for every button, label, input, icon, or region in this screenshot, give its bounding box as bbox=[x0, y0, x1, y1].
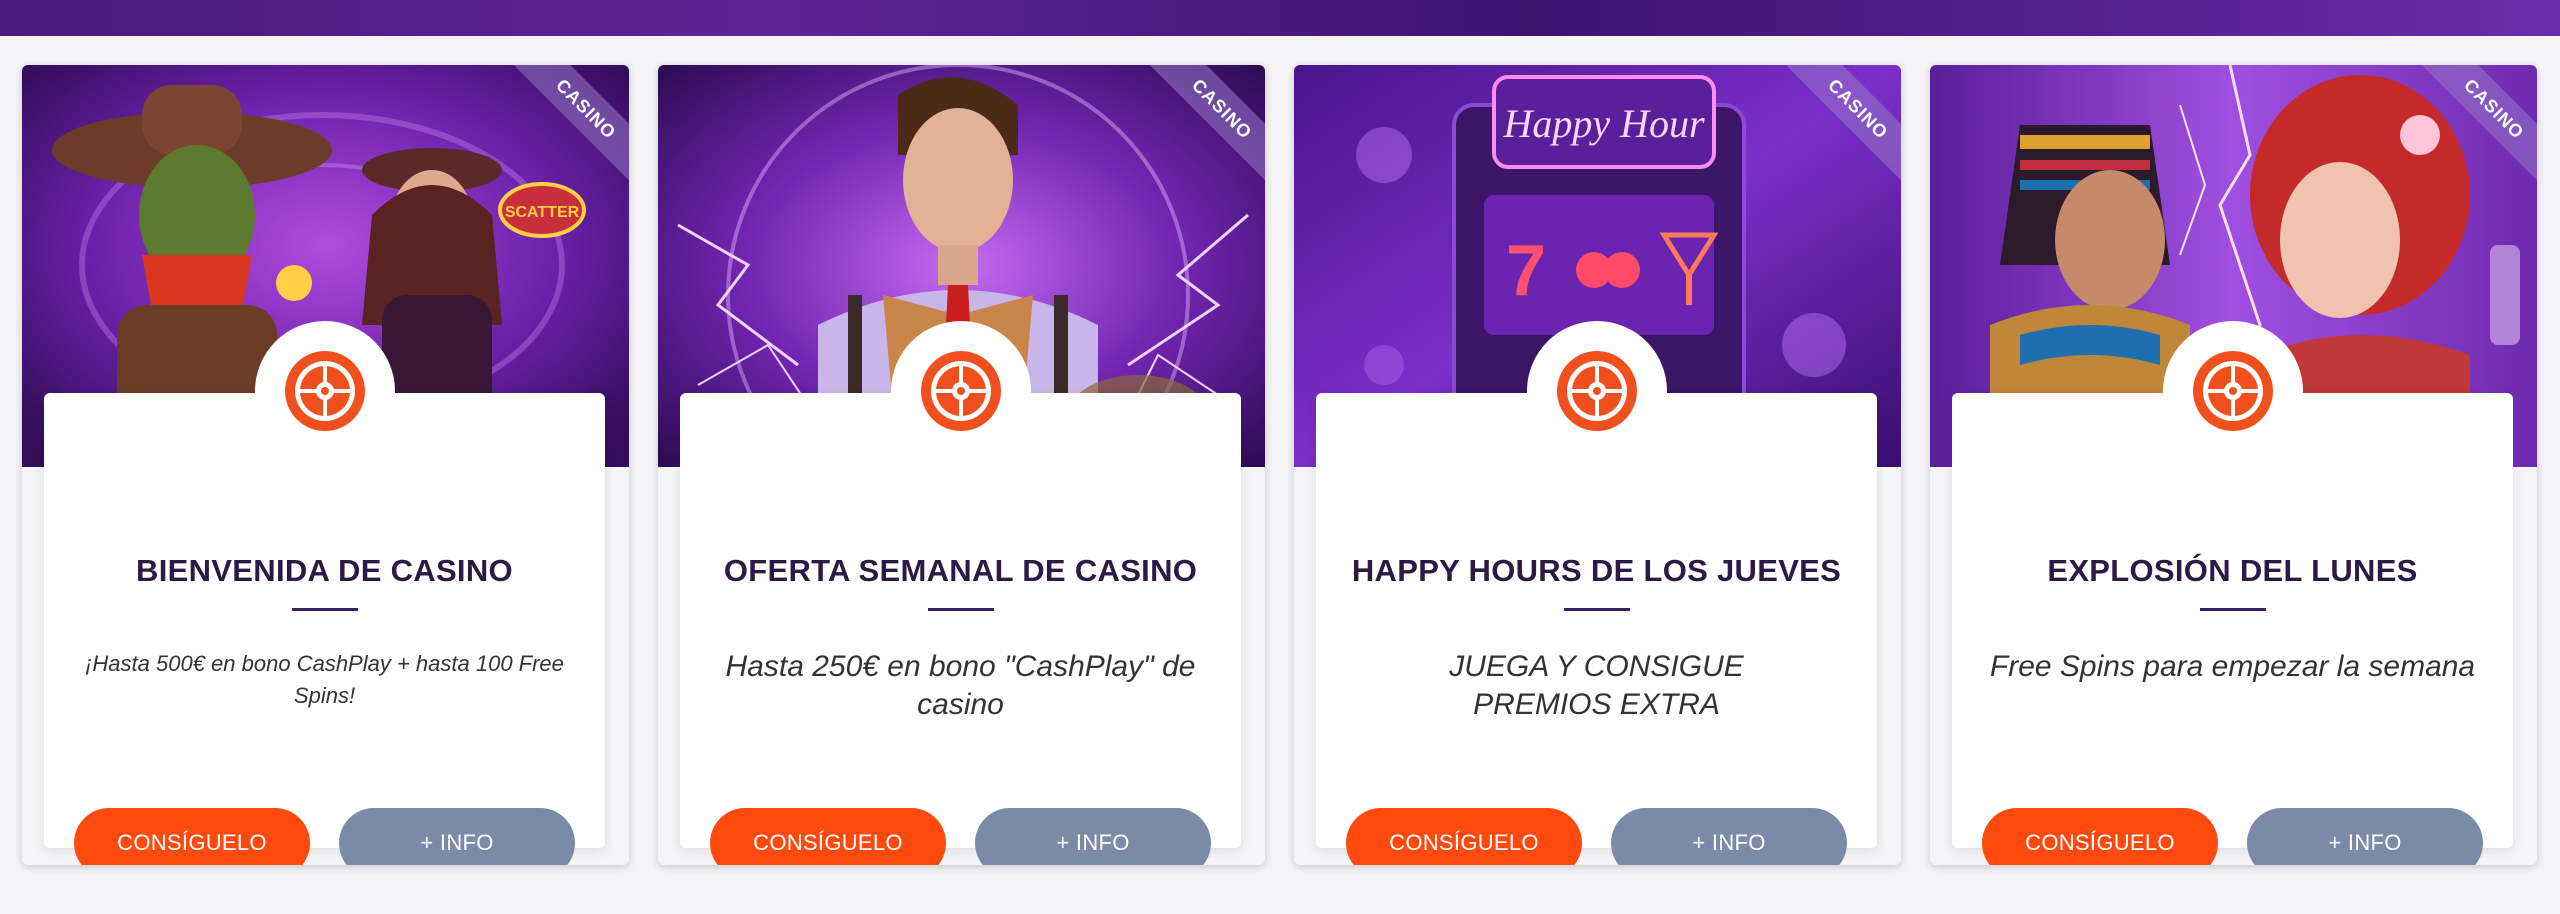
get-bonus-button[interactable]: CONSÍGUELO bbox=[74, 808, 310, 865]
more-info-button[interactable]: + INFO bbox=[1611, 808, 1847, 865]
roulette-logo bbox=[2162, 321, 2303, 461]
promo-title: OFERTA SEMANAL DE CASINO bbox=[723, 553, 1198, 588]
roulette-icon bbox=[1556, 351, 1637, 431]
more-info-button[interactable]: + INFO bbox=[2247, 808, 2483, 865]
get-bonus-button[interactable]: CONSÍGUELO bbox=[1346, 808, 1582, 865]
roulette-logo bbox=[254, 321, 395, 461]
promo-card-body: HAPPY HOURS DE LOS JUEVES JUEGA Y CONSIG… bbox=[1316, 321, 1877, 865]
promo-card-weekly: CASINO OFERTA SEMANAL DE CASINO Hasta 25… bbox=[658, 65, 1265, 865]
title-divider bbox=[291, 608, 358, 611]
promo-title: BIENVENIDA DE CASINO bbox=[136, 553, 513, 588]
top-banner bbox=[0, 0, 2560, 36]
promo-card-body: EXPLOSIÓN DEL LUNES Free Spins para empe… bbox=[1952, 321, 2513, 865]
get-bonus-button[interactable]: CONSÍGUELO bbox=[1982, 808, 2218, 865]
promo-description: JUEGA Y CONSIGUE PREMIOS EXTRA bbox=[1449, 650, 1744, 721]
promo-card-happy-hours: Happy Hour 7 CASINO HAPPY HOURS DE LOS J… bbox=[1294, 65, 1901, 865]
get-bonus-button[interactable]: CONSÍGUELO bbox=[710, 808, 946, 865]
promo-card-monday: CASINO EXPLOSIÓN DEL LUNES Free Spins pa… bbox=[1930, 65, 2537, 865]
roulette-icon bbox=[284, 351, 365, 431]
promo-card-welcome: SCATTER CASINO BIENVENIDA DE CASINO ¡Has bbox=[22, 65, 629, 865]
roulette-logo bbox=[1526, 321, 1667, 461]
promo-card-body: OFERTA SEMANAL DE CASINO Hasta 250€ en b… bbox=[680, 321, 1241, 865]
title-divider bbox=[2199, 608, 2266, 611]
happy-hour-sign-text: Happy Hour bbox=[1502, 101, 1705, 146]
promo-description: ¡Hasta 500€ en bono CashPlay + hasta 100… bbox=[85, 651, 564, 708]
svg-text:7: 7 bbox=[1506, 231, 1546, 311]
more-info-button[interactable]: + INFO bbox=[339, 808, 575, 865]
promo-description: Free Spins para empezar la semana bbox=[1989, 650, 2476, 683]
promo-title: HAPPY HOURS DE LOS JUEVES bbox=[1351, 553, 1842, 588]
roulette-logo bbox=[890, 321, 1031, 461]
svg-text:SCATTER: SCATTER bbox=[505, 204, 580, 221]
promotions-grid: SCATTER CASINO BIENVENIDA DE CASINO ¡Has bbox=[22, 65, 2538, 865]
more-info-button[interactable]: + INFO bbox=[975, 808, 1211, 865]
title-divider bbox=[1563, 608, 1630, 611]
title-divider bbox=[927, 608, 994, 611]
roulette-icon bbox=[920, 351, 1001, 431]
roulette-icon bbox=[2192, 351, 2273, 431]
promo-description: Hasta 250€ en bono "CashPlay" de casino bbox=[725, 650, 1196, 721]
promo-title: EXPLOSIÓN DEL LUNES bbox=[2047, 553, 2418, 588]
promo-card-body: BIENVENIDA DE CASINO ¡Hasta 500€ en bono… bbox=[44, 321, 605, 865]
